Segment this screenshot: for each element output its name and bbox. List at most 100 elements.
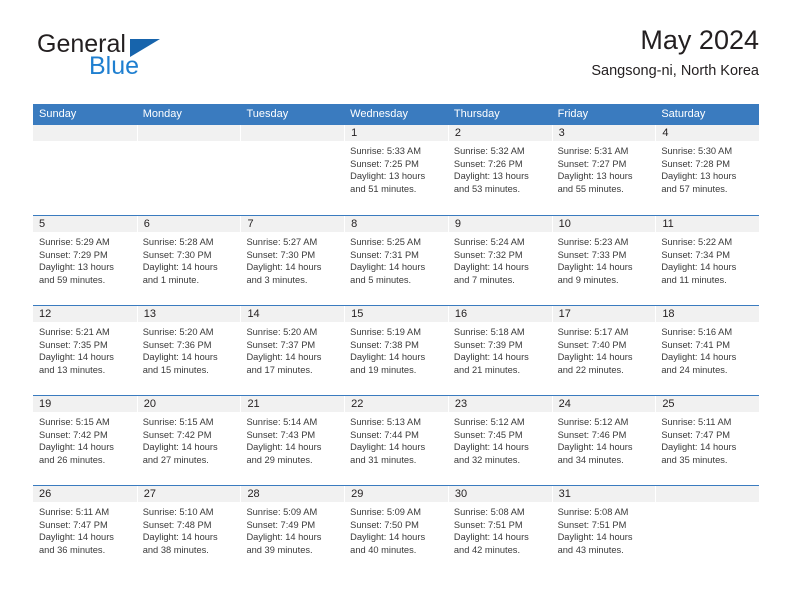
day-cell[interactable] xyxy=(655,486,760,575)
daylight-line-2: and 59 minutes. xyxy=(39,274,106,285)
day-number: 17 xyxy=(558,308,571,320)
day-cell[interactable] xyxy=(240,125,345,215)
day-number: 25 xyxy=(662,398,675,410)
daylight-line-2: and 38 minutes. xyxy=(142,544,209,555)
sunset-line: Sunset: 7:27 PM xyxy=(557,158,627,169)
daylight-line-2: and 21 minutes. xyxy=(453,364,521,375)
sunset-line: Sunset: 7:47 PM xyxy=(661,429,731,440)
daylight-line-1: Daylight: 14 hours xyxy=(453,352,529,363)
day-cell[interactable]: 31 Sunrise: 5:08 AM Sunset: 7:51 PM Dayl… xyxy=(551,486,656,575)
sunrise-line: Sunrise: 5:32 AM xyxy=(453,146,525,156)
sunrise-line: Sunrise: 5:28 AM xyxy=(142,237,214,247)
sunset-line: Sunset: 7:43 PM xyxy=(246,429,316,440)
day-cell[interactable]: 13 Sunrise: 5:20 AM Sunset: 7:36 PM Dayl… xyxy=(136,306,241,395)
daylight-line-1: Daylight: 14 hours xyxy=(350,352,426,363)
sunrise-line: Sunrise: 5:24 AM xyxy=(453,237,525,247)
daylight-line-2: and 51 minutes. xyxy=(350,183,417,194)
day-cell[interactable]: 14 Sunrise: 5:20 AM Sunset: 7:37 PM Dayl… xyxy=(240,306,345,395)
day-cell[interactable]: 26 Sunrise: 5:11 AM Sunset: 7:47 PM Dayl… xyxy=(33,486,137,575)
sunrise-line: Sunrise: 5:12 AM xyxy=(453,417,525,427)
daylight-line-2: and 55 minutes. xyxy=(557,183,624,194)
day-cell[interactable]: 9 Sunrise: 5:24 AM Sunset: 7:32 PM Dayli… xyxy=(447,216,552,305)
day-cell[interactable]: 1 Sunrise: 5:33 AM Sunset: 7:25 PM Dayli… xyxy=(344,125,448,215)
daylight-line-1: Daylight: 14 hours xyxy=(661,262,737,273)
day-cell[interactable]: 4 Sunrise: 5:30 AM Sunset: 7:28 PM Dayli… xyxy=(655,125,760,215)
day-cell[interactable]: 8 Sunrise: 5:25 AM Sunset: 7:31 PM Dayli… xyxy=(344,216,448,305)
day-cell[interactable]: 22 Sunrise: 5:13 AM Sunset: 7:44 PM Dayl… xyxy=(344,396,448,485)
sunset-line: Sunset: 7:30 PM xyxy=(142,249,212,260)
day-cell[interactable]: 25 Sunrise: 5:11 AM Sunset: 7:47 PM Dayl… xyxy=(655,396,760,485)
sunset-line: Sunset: 7:42 PM xyxy=(142,429,212,440)
week-row: 26 Sunrise: 5:11 AM Sunset: 7:47 PM Dayl… xyxy=(33,485,760,575)
day-number: 7 xyxy=(247,218,254,230)
day-number: 20 xyxy=(143,398,156,410)
day-cell[interactable]: 15 Sunrise: 5:19 AM Sunset: 7:38 PM Dayl… xyxy=(344,306,448,395)
daylight-line-1: Daylight: 14 hours xyxy=(246,262,322,273)
daylight-line-1: Daylight: 13 hours xyxy=(453,171,529,182)
day-cell[interactable]: 11 Sunrise: 5:22 AM Sunset: 7:34 PM Dayl… xyxy=(655,216,760,305)
weekday-header-monday: Monday xyxy=(142,108,182,120)
daylight-line-2: and 29 minutes. xyxy=(246,454,313,465)
day-details: Sunrise: 5:19 AM Sunset: 7:38 PM Dayligh… xyxy=(344,322,448,376)
day-details: Sunrise: 5:14 AM Sunset: 7:43 PM Dayligh… xyxy=(240,412,344,466)
day-cell[interactable]: 24 Sunrise: 5:12 AM Sunset: 7:46 PM Dayl… xyxy=(551,396,656,485)
day-details xyxy=(240,141,344,145)
weekday-header-row: Sunday Monday Tuesday Wednesday Thursday… xyxy=(33,104,759,125)
daylight-line-1: Daylight: 13 hours xyxy=(661,171,737,182)
day-details: Sunrise: 5:09 AM Sunset: 7:50 PM Dayligh… xyxy=(344,502,448,556)
sunrise-line: Sunrise: 5:20 AM xyxy=(246,327,318,337)
sunset-line: Sunset: 7:41 PM xyxy=(661,339,731,350)
daylight-line-1: Daylight: 14 hours xyxy=(246,532,322,543)
day-details: Sunrise: 5:28 AM Sunset: 7:30 PM Dayligh… xyxy=(137,232,241,286)
day-cell[interactable]: 10 Sunrise: 5:23 AM Sunset: 7:33 PM Dayl… xyxy=(551,216,656,305)
day-cell[interactable]: 30 Sunrise: 5:08 AM Sunset: 7:51 PM Dayl… xyxy=(447,486,552,575)
day-cell[interactable]: 20 Sunrise: 5:15 AM Sunset: 7:42 PM Dayl… xyxy=(136,396,241,485)
day-cell[interactable]: 6 Sunrise: 5:28 AM Sunset: 7:30 PM Dayli… xyxy=(136,216,241,305)
day-number-band: 21 xyxy=(240,396,345,412)
day-details xyxy=(137,141,241,145)
day-number: 1 xyxy=(351,127,358,139)
day-cell[interactable] xyxy=(33,125,137,215)
daylight-line-1: Daylight: 14 hours xyxy=(39,532,114,543)
day-details: Sunrise: 5:20 AM Sunset: 7:36 PM Dayligh… xyxy=(137,322,241,376)
day-cell[interactable]: 5 Sunrise: 5:29 AM Sunset: 7:29 PM Dayli… xyxy=(33,216,137,305)
day-cell[interactable]: 19 Sunrise: 5:15 AM Sunset: 7:42 PM Dayl… xyxy=(33,396,137,485)
day-number: 3 xyxy=(558,127,565,139)
day-number-band: 17 xyxy=(551,306,656,322)
day-cell[interactable]: 7 Sunrise: 5:27 AM Sunset: 7:30 PM Dayli… xyxy=(240,216,345,305)
day-cell[interactable]: 2 Sunrise: 5:32 AM Sunset: 7:26 PM Dayli… xyxy=(447,125,552,215)
day-number-band: 14 xyxy=(240,306,345,322)
day-number: 12 xyxy=(39,308,52,320)
day-cell[interactable]: 27 Sunrise: 5:10 AM Sunset: 7:48 PM Dayl… xyxy=(136,486,241,575)
day-cell[interactable]: 17 Sunrise: 5:17 AM Sunset: 7:40 PM Dayl… xyxy=(551,306,656,395)
day-number-band: 12 xyxy=(33,306,137,322)
day-number-band: 13 xyxy=(136,306,241,322)
daylight-line-1: Daylight: 14 hours xyxy=(39,442,114,453)
weekday-header-wednesday: Wednesday xyxy=(350,108,409,120)
day-cell[interactable]: 3 Sunrise: 5:31 AM Sunset: 7:27 PM Dayli… xyxy=(551,125,656,215)
day-cell[interactable] xyxy=(136,125,241,215)
logo-text-blue: Blue xyxy=(89,52,140,80)
week-row: 5 Sunrise: 5:29 AM Sunset: 7:29 PM Dayli… xyxy=(33,215,760,305)
day-number-band: 30 xyxy=(447,486,552,502)
day-cell[interactable]: 16 Sunrise: 5:18 AM Sunset: 7:39 PM Dayl… xyxy=(447,306,552,395)
day-number: 15 xyxy=(351,308,364,320)
daylight-line-2: and 36 minutes. xyxy=(39,544,106,555)
day-cell[interactable]: 18 Sunrise: 5:16 AM Sunset: 7:41 PM Dayl… xyxy=(655,306,760,395)
calendar-grid: Sunday Monday Tuesday Wednesday Thursday… xyxy=(33,104,760,575)
day-cell[interactable]: 12 Sunrise: 5:21 AM Sunset: 7:35 PM Dayl… xyxy=(33,306,137,395)
day-cell[interactable]: 23 Sunrise: 5:12 AM Sunset: 7:45 PM Dayl… xyxy=(447,396,552,485)
day-cell[interactable]: 28 Sunrise: 5:09 AM Sunset: 7:49 PM Dayl… xyxy=(240,486,345,575)
day-number-band: 16 xyxy=(447,306,552,322)
day-number: 31 xyxy=(558,488,571,500)
week-row: 19 Sunrise: 5:15 AM Sunset: 7:42 PM Dayl… xyxy=(33,395,760,485)
daylight-line-1: Daylight: 13 hours xyxy=(39,262,114,273)
day-number: 8 xyxy=(351,218,358,230)
sunrise-line: Sunrise: 5:29 AM xyxy=(39,237,110,247)
daylight-line-2: and 57 minutes. xyxy=(661,183,728,194)
sunrise-line: Sunrise: 5:13 AM xyxy=(350,417,421,427)
day-details: Sunrise: 5:16 AM Sunset: 7:41 PM Dayligh… xyxy=(655,322,759,376)
day-cell[interactable]: 21 Sunrise: 5:14 AM Sunset: 7:43 PM Dayl… xyxy=(240,396,345,485)
day-cell[interactable]: 29 Sunrise: 5:09 AM Sunset: 7:50 PM Dayl… xyxy=(344,486,448,575)
daylight-line-2: and 27 minutes. xyxy=(142,454,209,465)
